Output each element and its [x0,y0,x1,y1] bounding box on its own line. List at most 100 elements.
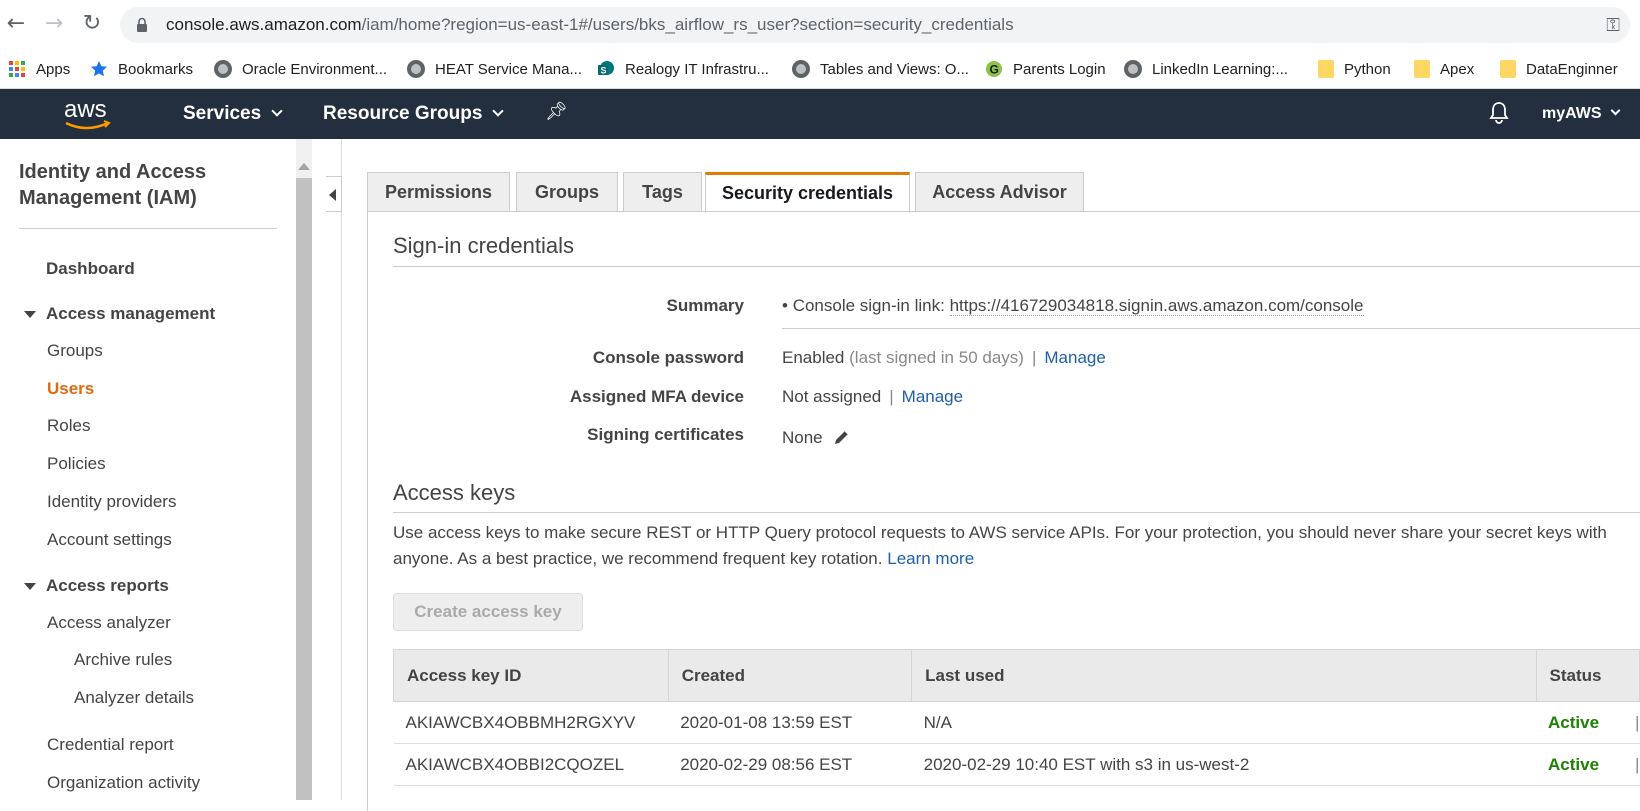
sidebar-section-access-management[interactable]: Access management [46,304,215,324]
bell-icon[interactable] [1488,101,1510,125]
folder-icon [1414,60,1430,78]
aws-logo[interactable]: aws [62,95,116,131]
sidebar-section-access-reports[interactable]: Access reports [46,576,169,596]
sidebar-item-analyzer-details[interactable]: Analyzer details [74,688,194,708]
sidebar-divider [19,228,277,229]
summary-value: • Console sign-in link: https://41672903… [782,296,1364,316]
mfa-status: Not assigned [782,387,882,406]
sharepoint-icon: S [598,61,614,76]
browser-address-bar: ← → ↻ console.aws.amazon.com/iam/home?re… [0,0,1640,49]
tab-permissions[interactable]: Permissions [367,172,510,212]
manage-password-link[interactable]: Manage [1044,348,1105,367]
last-used-cell: N/A [911,701,1537,744]
separator: | [1635,754,1640,774]
scroll-up-arrow-icon[interactable] [298,163,310,170]
bookmark-heat[interactable]: HEAT Service Mana... [407,57,582,81]
console-password-label: Console password [592,348,744,367]
console-signin-link[interactable]: https://416729034818.signin.aws.amazon.c… [949,296,1364,316]
sidebar-item-roles[interactable]: Roles [47,416,90,436]
pencil-icon[interactable] [833,428,851,446]
tab-groups[interactable]: Groups [516,172,618,212]
tab-security-credentials[interactable]: Security credentials [705,172,910,213]
collapse-triangle-icon[interactable] [24,583,36,590]
forward-arrow-icon[interactable]: → [42,12,66,36]
pin-icon[interactable]: 📌︎ [545,101,568,122]
bookmark-parents-login[interactable]: G Parents Login [985,57,1106,81]
column-header-last-used[interactable]: Last used [911,649,1537,702]
sidebar-item-dashboard[interactable]: Dashboard [46,259,135,279]
bookmark-label: Oracle Environment... [242,60,388,78]
column-header-status[interactable]: Status [1535,649,1640,702]
bookmark-oracle[interactable]: Oracle Environment... [214,57,387,81]
column-header-access-key-id[interactable]: Access key ID [393,649,669,702]
bookmarks-bar: Apps Bookmarks Oracle Environment... HEA… [0,49,1640,89]
reload-icon[interactable]: ↻ [80,12,104,36]
bookmark-apps[interactable]: Apps [8,57,70,81]
console-password-value: Enabled (last signed in 50 days) | Manage [782,348,1106,368]
resource-groups-label: Resource Groups [323,103,483,124]
globe-icon [1124,60,1142,78]
signing-certificates-status: None [782,428,823,447]
globe-icon [792,60,810,78]
sidebar-item-policies[interactable]: Policies [47,454,106,474]
svg-text:S: S [601,66,607,76]
sidebar-item-groups[interactable]: Groups [47,341,103,361]
account-menu[interactable]: myAWS [1542,105,1621,123]
bookmark-realogy[interactable]: S Realogy IT Infrastru... [597,57,769,81]
access-key-id-cell: AKIAWCBX4OBBI2CQOZEL [393,743,669,786]
status-badge: Active [1548,712,1600,732]
sidebar-item-account-settings[interactable]: Account settings [47,530,172,550]
sidebar-item-identity-providers[interactable]: Identity providers [47,492,176,512]
signing-certificates-value: None [782,425,851,448]
bookmark-label: LinkedIn Learning:... [1152,60,1288,78]
bookmark-tables[interactable]: Tables and Views: O... [792,57,969,81]
summary-prefix: Console sign-in link: [792,296,945,315]
access-keys-description: Use access keys to make secure REST or H… [393,520,1640,572]
g-logo-icon: G [986,61,1002,77]
bookmark-label: Realogy IT Infrastru... [625,60,769,78]
manage-mfa-link[interactable]: Manage [902,387,963,406]
bookmark-dataenginner[interactable]: DataEnginner [1500,57,1618,81]
learn-more-link[interactable]: Learn more [887,549,974,568]
access-keys-table: Access key ID Created Last used Status A… [393,649,1640,786]
access-keys-description-text: Use access keys to make secure REST or H… [393,523,1607,568]
key-icon[interactable]: ⚿ [1606,15,1620,36]
section-divider [393,512,1640,513]
created-cell: 2020-01-08 13:59 EST [668,701,912,744]
svg-text:aws: aws [64,96,107,123]
tab-access-advisor[interactable]: Access Advisor [915,172,1084,212]
lock-icon [137,17,147,32]
services-menu[interactable]: Services [183,103,283,125]
globe-icon [214,60,232,78]
chevron-down-icon [492,105,505,117]
row-divider [782,328,1640,329]
create-access-key-button[interactable]: Create access key [393,593,583,631]
bookmark-bookmarks[interactable]: Bookmarks [90,57,193,81]
url-field[interactable]: console.aws.amazon.com/iam/home?region=u… [120,7,1630,43]
collapse-sidebar-button[interactable] [326,176,342,212]
bookmark-linkedin[interactable]: LinkedIn Learning:... [1124,57,1288,81]
sidebar-item-users[interactable]: Users [47,379,94,399]
column-header-created[interactable]: Created [667,649,913,702]
collapse-triangle-icon[interactable] [24,311,36,318]
sidebar-scrollbar-thumb[interactable] [296,178,312,800]
bookmark-python[interactable]: Python [1318,57,1391,81]
tab-tags[interactable]: Tags [623,172,702,212]
sidebar-item-archive-rules[interactable]: Archive rules [74,650,172,670]
table-header-row: Access key ID Created Last used Status [393,649,1640,702]
sidebar-item-organization-activity[interactable]: Organization activity [47,773,200,793]
sidebar-item-credential-report[interactable]: Credential report [47,735,174,755]
bookmark-label: Python [1344,60,1391,78]
bookmark-label: Apex [1440,60,1475,78]
svg-text:G: G [990,63,999,77]
console-password-status: Enabled [782,348,845,367]
bookmark-apex[interactable]: Apex [1414,57,1474,81]
folder-icon [1500,60,1516,78]
sidebar-item-access-analyzer[interactable]: Access analyzer [47,613,171,633]
table-row: AKIAWCBX4OBBI2CQOZEL 2020-02-29 08:56 ES… [393,743,1640,786]
globe-icon [407,60,425,78]
resource-groups-menu[interactable]: Resource Groups [323,103,505,125]
bookmark-label: HEAT Service Mana... [435,60,582,78]
signing-certificates-label: Signing certificates [587,425,744,444]
back-arrow-icon[interactable]: ← [4,12,28,36]
